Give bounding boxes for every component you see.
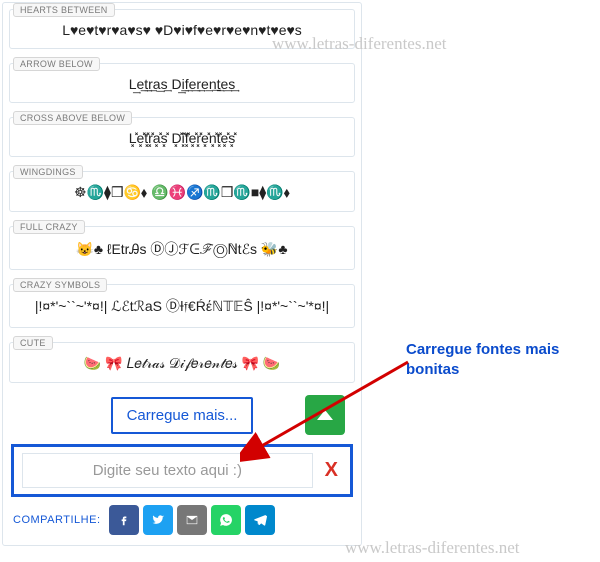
- style-tag: CRAZY SYMBOLS: [13, 278, 107, 292]
- text-input-container: X: [11, 444, 353, 497]
- annotation-callout: Carregue fontes mais bonitas: [406, 340, 586, 379]
- caret-up-icon: [317, 410, 333, 420]
- style-tag: CROSS ABOVE BELOW: [13, 111, 132, 125]
- style-tag: CUTE: [13, 336, 53, 350]
- style-block: CRAZY SYMBOLS |!¤*'~``~'*¤!| ℒℰtℛaS ⒹƗ𝔣€…: [9, 284, 355, 328]
- share-label: COMPARTILHE:: [13, 514, 101, 526]
- whatsapp-icon: [219, 513, 233, 527]
- share-email-button[interactable]: [177, 505, 207, 535]
- twitter-icon: [151, 513, 165, 527]
- load-more-row: Carregue mais...: [9, 397, 355, 434]
- style-tag: ARROW BELOW: [13, 57, 100, 71]
- font-generator-panel: HEARTS BETWEEN L♥e♥t♥r♥a♥s♥ ♥D♥i♥f♥e♥r♥e…: [2, 2, 362, 546]
- style-block: CROSS ABOVE BELOW L͓̽e͓̽t͓̽r͓̽a͓̽s͓̽ D͓̽…: [9, 117, 355, 157]
- style-block: CUTE 🍉 🎀 𝐿𝑒𝓉𝓇𝒶𝓈 𝒟𝒾𝒻𝑒𝓇𝑒𝓃𝓉𝑒𝓈 🎀 🍉: [9, 342, 355, 383]
- share-facebook-button[interactable]: [109, 505, 139, 535]
- style-tag: WINGDINGS: [13, 165, 83, 179]
- clear-input-button[interactable]: X: [321, 459, 342, 482]
- email-icon: [185, 513, 199, 527]
- style-block: ARROW BELOW L͢e͢t͢r͢a͢s͢ D͢i͢f͢e͢r͢e͢n͢t…: [9, 63, 355, 103]
- facebook-icon: [117, 513, 131, 527]
- watermark-text: www.letras-diferentes.net: [345, 538, 520, 558]
- scroll-to-top-button[interactable]: [305, 395, 345, 435]
- share-whatsapp-button[interactable]: [211, 505, 241, 535]
- share-telegram-button[interactable]: [245, 505, 275, 535]
- text-input[interactable]: [22, 453, 313, 488]
- style-output-cute[interactable]: 🍉 🎀 𝐿𝑒𝓉𝓇𝒶𝓈 𝒟𝒾𝒻𝑒𝓇𝑒𝓃𝓉𝑒𝓈 🎀 🍉: [9, 342, 355, 383]
- style-tag: FULL CRAZY: [13, 220, 85, 234]
- telegram-icon: [253, 513, 267, 527]
- share-row: COMPARTILHE:: [9, 505, 355, 535]
- share-twitter-button[interactable]: [143, 505, 173, 535]
- style-block: HEARTS BETWEEN L♥e♥t♥r♥a♥s♥ ♥D♥i♥f♥e♥r♥e…: [9, 9, 355, 49]
- style-block: FULL CRAZY 😺♣ ℓEtrᎯs ⒹⒿℱᕮℱⓄℕtℰs 🐝♣: [9, 226, 355, 270]
- style-tag: HEARTS BETWEEN: [13, 3, 115, 17]
- load-more-button[interactable]: Carregue mais...: [111, 397, 254, 434]
- style-block: WINGDINGS ☸♏⧫❒♋⬧ ♎♓♐♏❒♏■⧫♏⬧: [9, 171, 355, 212]
